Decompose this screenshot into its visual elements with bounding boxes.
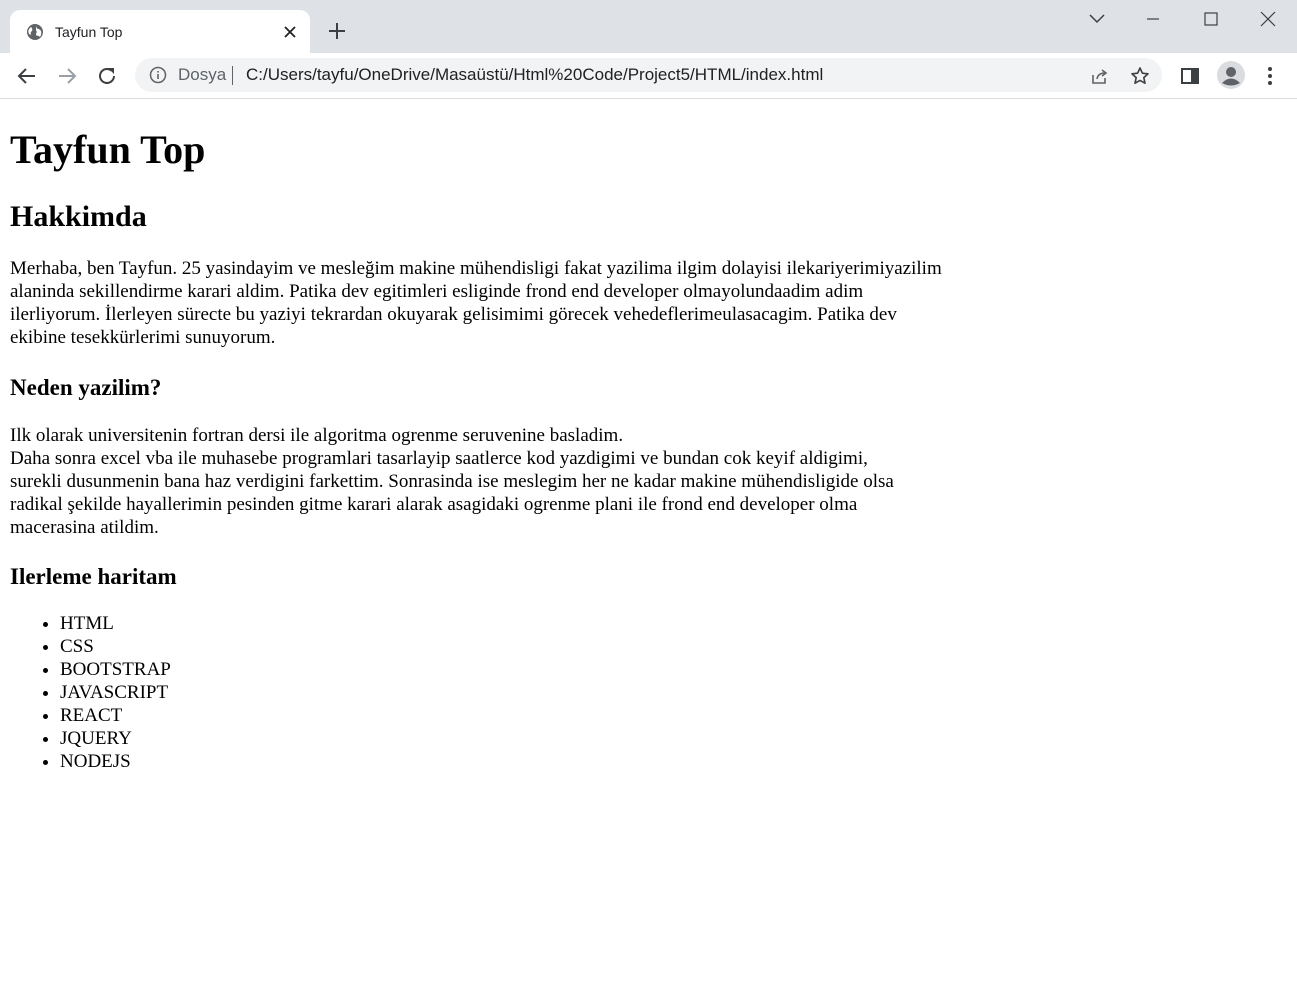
- list-item: CSS: [60, 635, 171, 658]
- minimize-icon[interactable]: [1142, 8, 1164, 30]
- why-line: surekli dusunmenin bana haz verdigini fa…: [10, 471, 894, 492]
- why-paragraph: Ilk olarak universitenin fortran dersi i…: [10, 424, 894, 539]
- list-item: JAVASCRIPT: [60, 681, 171, 704]
- roadmap-heading: Ilerleme haritam: [10, 564, 177, 589]
- list-item: HTML: [60, 612, 171, 635]
- about-paragraph: Merhaba, ben Tayfun. 25 yasindayim ve me…: [10, 257, 942, 349]
- share-icon[interactable]: [1090, 66, 1110, 86]
- page-title: Tayfun Top: [10, 127, 206, 172]
- about-line: ilerliyorum. İlerleyen sürecte bu yaziyi…: [10, 304, 897, 325]
- browser-tab[interactable]: Tayfun Top: [10, 10, 310, 53]
- address-url[interactable]: C:/Users/tayfu/OneDrive/Masaüstü/Html%20…: [246, 65, 823, 85]
- why-line: Daha sonra excel vba ile muhasebe progra…: [10, 448, 868, 469]
- list-item: BOOTSTRAP: [60, 658, 171, 681]
- tab-title: Tayfun Top: [55, 24, 123, 40]
- arrow-left-icon[interactable]: [15, 64, 39, 88]
- profile-icon[interactable]: [1217, 61, 1245, 89]
- kebab-menu-icon[interactable]: [1258, 64, 1282, 88]
- tab-strip: Tayfun Top: [0, 0, 1297, 53]
- about-line: alaninda sekillendirme karari aldim. Pat…: [10, 281, 864, 302]
- star-icon[interactable]: [1130, 66, 1150, 86]
- address-bar[interactable]: Dosya C:/Users/tayfu/OneDrive/Masaüstü/H…: [135, 58, 1162, 92]
- arrow-right-icon[interactable]: [55, 64, 79, 88]
- list-item: NODEJS: [60, 750, 171, 773]
- about-line: ekibine tesekkürlerimi sunuyorum.: [10, 327, 276, 348]
- chevron-down-icon[interactable]: [1086, 8, 1108, 30]
- close-icon[interactable]: [280, 22, 300, 42]
- maximize-icon[interactable]: [1200, 8, 1222, 30]
- about-line: Merhaba, ben Tayfun. 25 yasindayim ve me…: [10, 258, 942, 279]
- browser-toolbar: Dosya C:/Users/tayfu/OneDrive/Masaüstü/H…: [0, 53, 1297, 99]
- reload-icon[interactable]: [95, 64, 119, 88]
- why-line: Ilk olarak universitenin fortran dersi i…: [10, 425, 624, 446]
- address-separator: [232, 66, 233, 85]
- roadmap-list: HTML CSS BOOTSTRAP JAVASCRIPT REACT JQUE…: [10, 612, 171, 773]
- why-line: macerasina atildim.: [10, 517, 159, 538]
- list-item: REACT: [60, 704, 171, 727]
- about-heading: Hakkimda: [10, 200, 147, 233]
- address-scheme-label: Dosya: [178, 65, 227, 84]
- list-item: JQUERY: [60, 727, 171, 750]
- close-window-icon[interactable]: [1257, 8, 1279, 30]
- info-icon[interactable]: [149, 66, 167, 84]
- side-panel-icon[interactable]: [1178, 64, 1202, 88]
- why-line: radikal şekilde hayallerimin pesinden gi…: [10, 494, 858, 515]
- globe-icon: [26, 23, 44, 41]
- why-heading: Neden yazilim?: [10, 375, 162, 400]
- plus-icon[interactable]: [326, 20, 348, 42]
